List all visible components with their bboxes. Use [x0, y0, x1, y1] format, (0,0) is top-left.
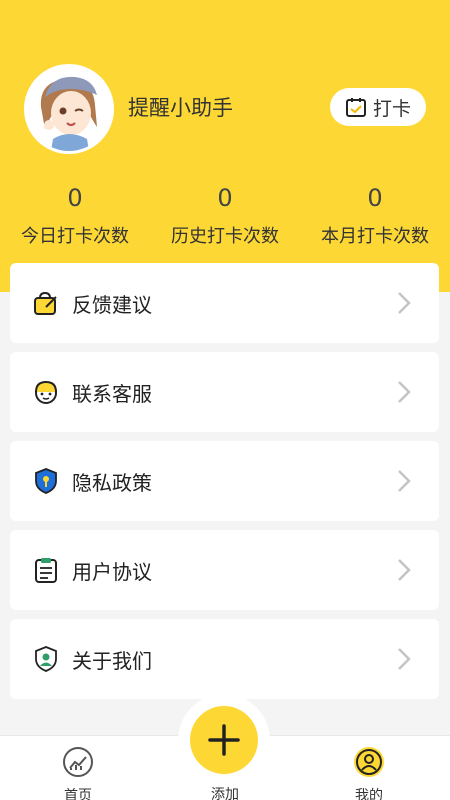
chevron-right-icon [398, 381, 411, 403]
user-profile-icon [354, 747, 384, 777]
tab-mine[interactable]: 我的 [324, 736, 414, 800]
checkin-stats: 0 今日打卡次数 0 历史打卡次数 0 本月打卡次数 [0, 180, 450, 254]
avatar[interactable] [24, 64, 114, 154]
feedback-icon [34, 291, 57, 315]
menu-item-customer-service[interactable]: 联系客服 [10, 352, 439, 432]
menu-item-label: 联系客服 [72, 381, 152, 406]
chevron-right-icon [398, 559, 411, 581]
chevron-right-icon [398, 470, 411, 492]
stat-history-value: 0 [217, 184, 233, 212]
tab-home[interactable]: 首页 [33, 736, 123, 800]
checkin-button[interactable]: 打卡 [330, 88, 426, 126]
stat-history: 0 历史打卡次数 [150, 180, 300, 254]
menu-item-user-agreement[interactable]: 用户协议 [10, 530, 439, 610]
home-chart-icon [63, 747, 93, 777]
plus-icon [208, 724, 240, 756]
menu-item-privacy-policy[interactable]: 隐私政策 [10, 441, 439, 521]
menu-item-about-us[interactable]: 关于我们 [10, 619, 439, 699]
username: 提醒小助手 [128, 96, 233, 120]
customer-service-icon [35, 380, 57, 404]
stat-month-value: 0 [367, 184, 383, 212]
chevron-right-icon [398, 292, 411, 314]
privacy-shield-icon [35, 468, 57, 494]
avatar-illustration-icon [27, 67, 111, 151]
checkin-label: 打卡 [372, 97, 411, 120]
chevron-right-icon [398, 648, 411, 670]
calendar-check-icon [345, 98, 366, 117]
stat-month-label: 本月打卡次数 [321, 226, 429, 247]
stat-history-label: 历史打卡次数 [171, 226, 279, 247]
stat-today: 0 今日打卡次数 [0, 180, 150, 254]
menu-item-label: 隐私政策 [72, 470, 152, 495]
stat-today-value: 0 [67, 184, 83, 212]
menu-item-label: 反馈建议 [72, 292, 152, 317]
tab-mine-label: 我的 [355, 788, 383, 800]
agreement-icon [35, 558, 57, 583]
stat-month: 0 本月打卡次数 [300, 180, 450, 254]
tab-add-label: 添加 [211, 787, 239, 800]
about-us-icon [35, 646, 57, 672]
menu-item-label: 用户协议 [72, 559, 152, 584]
menu-item-label: 关于我们 [72, 648, 152, 673]
add-button[interactable] [190, 706, 258, 774]
menu-item-feedback[interactable]: 反馈建议 [10, 263, 439, 343]
tab-home-label: 首页 [64, 788, 92, 800]
stat-today-label: 今日打卡次数 [21, 226, 129, 247]
